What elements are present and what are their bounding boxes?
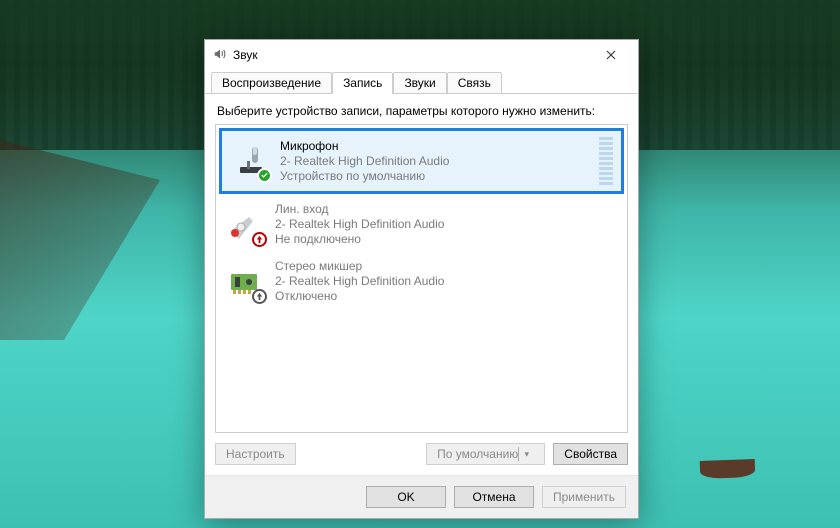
button-label: Применить [553, 490, 615, 504]
device-subtitle: 2- Realtek High Definition Audio [280, 154, 589, 169]
desktop-background-boat [700, 459, 756, 479]
properties-button[interactable]: Свойства [553, 443, 628, 465]
tab-label: Связь [458, 76, 491, 90]
button-label: OK [397, 490, 414, 504]
set-default-split-button[interactable]: По умолчанию ▾ [426, 443, 545, 465]
tab-label: Запись [343, 76, 382, 90]
instruction-text: Выберите устройство записи, параметры ко… [217, 104, 626, 118]
device-status: Не подключено [275, 232, 620, 247]
tab-label: Звуки [404, 76, 435, 90]
close-icon [606, 47, 616, 64]
tab-playback[interactable]: Воспроизведение [211, 72, 332, 93]
device-name: Стерео микшер [275, 259, 620, 274]
sound-card-icon [225, 262, 265, 302]
speaker-icon [213, 47, 227, 64]
microphone-icon [230, 141, 270, 181]
chevron-down-icon[interactable]: ▾ [518, 447, 534, 461]
device-text-group: Микрофон 2- Realtek High Definition Audi… [280, 139, 589, 184]
device-item-microphone[interactable]: Микрофон 2- Realtek High Definition Audi… [219, 128, 624, 194]
window-title: Звук [233, 48, 590, 62]
line-in-icon [225, 205, 265, 245]
tab-communications[interactable]: Связь [447, 72, 502, 93]
button-label: Свойства [564, 447, 617, 461]
tab-label: Воспроизведение [222, 76, 321, 90]
tab-recording[interactable]: Запись [332, 72, 393, 94]
device-text-group: Лин. вход 2- Realtek High Definition Aud… [275, 202, 620, 247]
device-subtitle: 2- Realtek High Definition Audio [275, 217, 620, 232]
tab-sounds[interactable]: Звуки [393, 72, 446, 93]
configure-button[interactable]: Настроить [215, 443, 296, 465]
device-text-group: Стерео микшер 2- Realtek High Definition… [275, 259, 620, 304]
status-badge-disabled-icon [252, 289, 267, 304]
dialog-button-bar: OK Отмена Применить [205, 475, 638, 518]
button-label: Настроить [226, 447, 285, 461]
level-meter [599, 137, 613, 185]
button-label: Отмена [472, 490, 515, 504]
device-list[interactable]: Микрофон 2- Realtek High Definition Audi… [215, 124, 628, 433]
tab-panel-recording: Выберите устройство записи, параметры ко… [205, 94, 638, 475]
device-name: Лин. вход [275, 202, 620, 217]
button-label: По умолчанию [437, 447, 518, 461]
desktop-background-shore [0, 140, 160, 340]
device-item-line-in[interactable]: Лин. вход 2- Realtek High Definition Aud… [217, 196, 626, 253]
titlebar: Звук [205, 40, 638, 70]
ok-button[interactable]: OK [366, 486, 446, 508]
device-name: Микрофон [280, 139, 589, 154]
status-badge-default-icon [257, 168, 272, 183]
device-status: Отключено [275, 289, 620, 304]
device-subtitle: 2- Realtek High Definition Audio [275, 274, 620, 289]
list-action-bar: Настроить По умолчанию ▾ Свойства [215, 443, 628, 465]
sound-dialog: Звук Воспроизведение Запись Звуки Связь … [204, 39, 639, 519]
apply-button[interactable]: Применить [542, 486, 626, 508]
device-status: Устройство по умолчанию [280, 169, 589, 184]
close-button[interactable] [590, 41, 632, 69]
status-badge-unplugged-icon [252, 232, 267, 247]
tab-bar: Воспроизведение Запись Звуки Связь [205, 70, 638, 94]
device-item-stereo-mix[interactable]: Стерео микшер 2- Realtek High Definition… [217, 253, 626, 310]
cancel-button[interactable]: Отмена [454, 486, 534, 508]
